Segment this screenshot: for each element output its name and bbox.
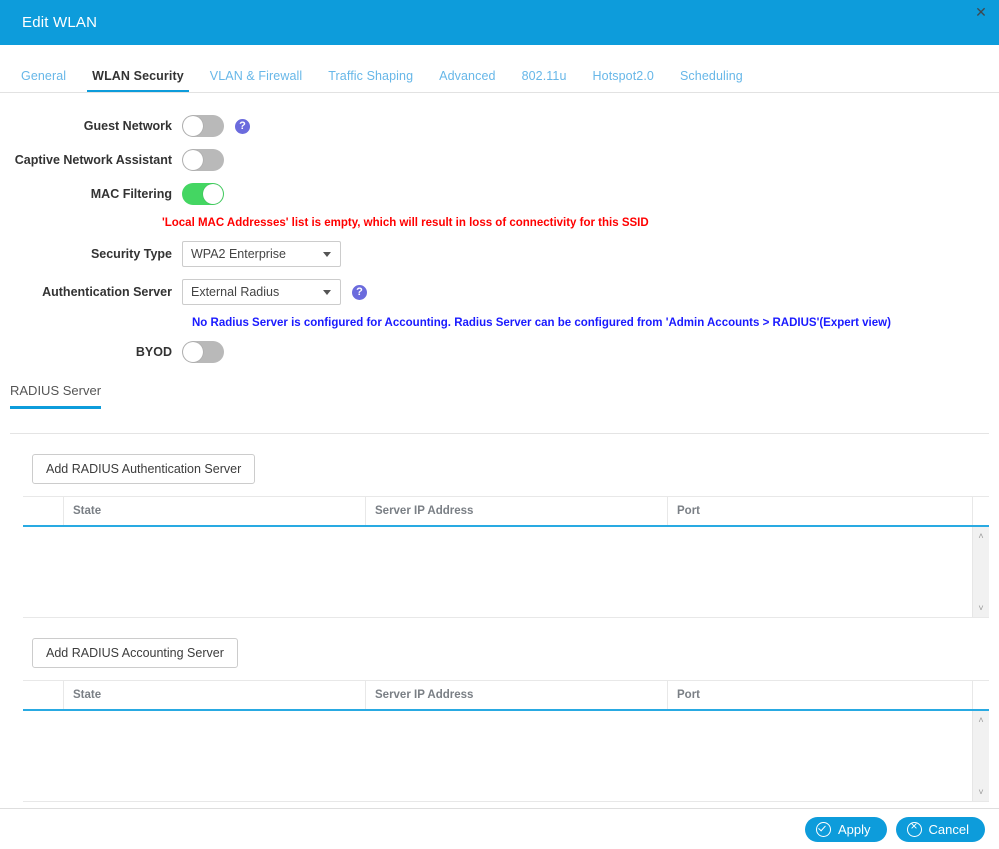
scroll-down-icon[interactable]: ˅ (973, 786, 989, 798)
apply-button[interactable]: Apply (805, 816, 887, 842)
table-scrollbar[interactable]: ˄ ˅ (972, 711, 989, 801)
authentication-server-label: Authentication Server (42, 285, 172, 299)
cancel-button-label: Cancel (928, 821, 969, 837)
column-header-select (23, 681, 63, 709)
chevron-down-icon (323, 252, 331, 257)
security-type-value: WPA2 Enterprise (191, 247, 286, 261)
apply-button-label: Apply (838, 821, 871, 837)
authentication-server-select[interactable]: External Radius (182, 279, 341, 305)
authentication-server-value: External Radius (191, 285, 280, 299)
wlan-security-form: Guest Network ? Captive Network Assistan… (0, 93, 999, 363)
column-header-state[interactable]: State (63, 681, 365, 709)
captive-network-assistant-toggle[interactable] (182, 149, 224, 171)
table-scrollbar[interactable]: ˄ ˅ (972, 527, 989, 617)
table-header-row: State Server IP Address Port (23, 680, 989, 711)
tab-scheduling[interactable]: Scheduling (667, 69, 756, 92)
subtab-radius-server[interactable]: RADIUS Server (10, 383, 102, 409)
radius-accounting-notice: No Radius Server is configured for Accou… (192, 317, 891, 329)
tab-general[interactable]: General (8, 69, 79, 92)
column-header-server-ip-address[interactable]: Server IP Address (365, 681, 667, 709)
tab-hotspot20[interactable]: Hotspot2.0 (580, 69, 667, 92)
section-divider (10, 433, 989, 434)
check-circle-icon (816, 821, 831, 837)
column-header-spacer (972, 497, 989, 525)
security-type-label: Security Type (90, 247, 172, 261)
close-circle-icon (906, 820, 922, 837)
mac-filtering-label: MAC Filtering (90, 187, 172, 201)
scroll-up-icon[interactable]: ˄ (973, 530, 989, 542)
captive-network-assistant-label: Captive Network Assistant (14, 153, 172, 167)
tab-traffic-shaping[interactable]: Traffic Shaping (315, 69, 426, 92)
byod-label: BYOD (135, 345, 172, 359)
guest-network-label: Guest Network (83, 119, 172, 133)
tab-802-11u[interactable]: 802.11u (509, 69, 580, 92)
column-header-server-ip-address[interactable]: Server IP Address (365, 497, 667, 525)
byod-toggle[interactable] (182, 341, 224, 363)
tab-advanced[interactable]: Advanced (426, 69, 508, 92)
radius-server-subtab-bar: RADIUS Server (0, 383, 999, 409)
add-radius-accounting-server-button[interactable]: Add RADIUS Accounting Server (32, 638, 238, 668)
scroll-down-icon[interactable]: ˅ (973, 602, 989, 614)
column-header-port[interactable]: Port (667, 681, 972, 709)
dialog-footer: Apply Cancel (0, 808, 999, 849)
column-header-spacer (972, 681, 989, 709)
guest-network-toggle[interactable] (182, 115, 224, 137)
mac-filtering-toggle[interactable] (182, 183, 224, 205)
radius-authentication-table: State Server IP Address Port ˄ ˅ (23, 496, 989, 618)
row-guest-network: Guest Network ? (0, 115, 999, 137)
column-header-state[interactable]: State (63, 497, 365, 525)
authentication-server-help-icon[interactable]: ? (352, 284, 367, 300)
tab-wlan-security[interactable]: WLAN Security (79, 69, 197, 92)
row-authentication-server: Authentication Server External Radius ? (0, 279, 999, 305)
chevron-down-icon (323, 290, 331, 295)
table-body: ˄ ˅ (23, 711, 989, 802)
add-radius-authentication-server-button[interactable]: Add RADIUS Authentication Server (32, 454, 256, 484)
mac-filtering-warning: 'Local MAC Addresses' list is empty, whi… (162, 217, 649, 229)
dialog-titlebar: Edit WLAN ✕ (0, 0, 999, 45)
row-byod: BYOD (0, 341, 999, 363)
tab-bar: General WLAN Security VLAN & Firewall Tr… (0, 45, 999, 93)
row-security-type: Security Type WPA2 Enterprise (0, 241, 999, 267)
scroll-up-icon[interactable]: ˄ (973, 714, 989, 726)
row-mac-filtering: MAC Filtering (0, 183, 999, 205)
table-body: ˄ ˅ (23, 527, 989, 618)
tab-vlan-firewall[interactable]: VLAN & Firewall (197, 69, 316, 92)
toggle-knob (183, 150, 203, 170)
column-header-select (23, 497, 63, 525)
toggle-knob (203, 184, 223, 204)
toggle-knob (183, 116, 203, 136)
column-header-port[interactable]: Port (667, 497, 972, 525)
close-icon[interactable]: ✕ (972, 3, 990, 21)
toggle-knob (183, 342, 203, 362)
radius-accounting-table: State Server IP Address Port ˄ ˅ (23, 680, 989, 802)
guest-network-help-icon[interactable]: ? (235, 118, 250, 134)
security-type-select[interactable]: WPA2 Enterprise (182, 241, 341, 267)
page-title: Edit WLAN (22, 14, 98, 31)
row-captive-network-assistant: Captive Network Assistant (0, 149, 999, 171)
cancel-button[interactable]: Cancel (895, 816, 985, 842)
table-header-row: State Server IP Address Port (23, 496, 989, 527)
